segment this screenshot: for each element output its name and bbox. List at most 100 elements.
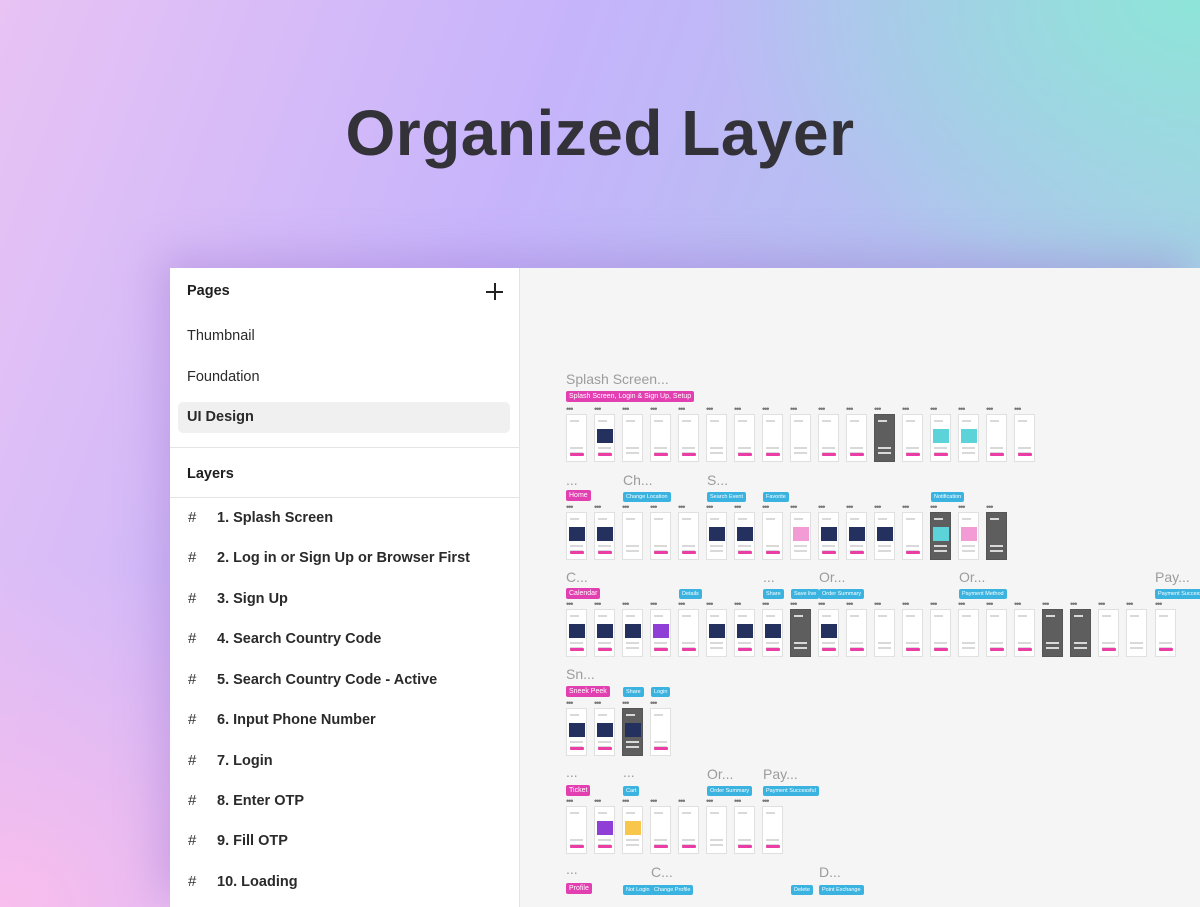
frame-thumbnail[interactable] (734, 512, 755, 560)
frame-thumbnail[interactable] (762, 806, 783, 854)
frame-thumbnail[interactable] (986, 414, 1007, 462)
section-tag[interactable]: Cart (623, 786, 640, 796)
section-tag[interactable]: Not Login (623, 885, 653, 895)
frame-thumbnail[interactable] (790, 414, 811, 462)
section-tag[interactable]: Order Summary (707, 786, 753, 796)
section-tag[interactable]: Payment Successful (1155, 589, 1200, 599)
frame-thumbnail[interactable] (706, 806, 727, 854)
frame-thumbnail[interactable] (846, 512, 867, 560)
frame-thumbnail[interactable] (1070, 609, 1091, 657)
frame-thumbnail[interactable] (594, 708, 615, 756)
frame-thumbnail[interactable] (706, 414, 727, 462)
frame-thumbnail[interactable] (818, 609, 839, 657)
section-label[interactable]: Pay... (1155, 569, 1190, 585)
section-label[interactable]: D... (819, 864, 841, 880)
section-tag[interactable]: Save live (791, 589, 820, 599)
layer-item[interactable]: #1. Splash Screen (188, 506, 333, 530)
section-tag[interactable]: Profile (566, 883, 592, 894)
frame-thumbnail[interactable] (566, 414, 587, 462)
frame-thumbnail[interactable] (622, 512, 643, 560)
frame-thumbnail[interactable] (594, 512, 615, 560)
section-tag[interactable]: Sneek Peek (566, 686, 610, 697)
page-item-thumbnail[interactable]: Thumbnail (178, 321, 510, 352)
section-label[interactable]: C... (651, 864, 673, 880)
frame-thumbnail[interactable] (622, 708, 643, 756)
section-label[interactable]: ... (763, 569, 775, 585)
frame-thumbnail[interactable] (650, 609, 671, 657)
frame-thumbnail[interactable] (566, 609, 587, 657)
frame-thumbnail[interactable] (874, 609, 895, 657)
frame-thumbnail[interactable] (846, 609, 867, 657)
frame-thumbnail[interactable] (986, 512, 1007, 560)
layer-item[interactable]: #8. Enter OTP (188, 789, 304, 813)
section-tag[interactable]: Details (679, 589, 702, 599)
section-label[interactable]: C... (566, 569, 588, 585)
frame-thumbnail[interactable] (958, 609, 979, 657)
layer-item[interactable]: #10. Loading (188, 870, 298, 894)
section-label[interactable]: Or... (959, 569, 985, 585)
section-label[interactable]: S... (707, 472, 728, 488)
section-label[interactable]: ... (566, 861, 578, 877)
section-tag[interactable]: Favorite (763, 492, 789, 502)
frame-thumbnail[interactable] (650, 512, 671, 560)
frame-thumbnail[interactable] (734, 414, 755, 462)
frame-thumbnail[interactable] (930, 512, 951, 560)
frame-thumbnail[interactable] (678, 512, 699, 560)
frame-thumbnail[interactable] (818, 512, 839, 560)
frame-thumbnail[interactable] (818, 414, 839, 462)
section-tag[interactable]: Calendar (566, 588, 601, 599)
frame-thumbnail[interactable] (1098, 609, 1119, 657)
frame-thumbnail[interactable] (650, 806, 671, 854)
frame-thumbnail[interactable] (594, 806, 615, 854)
frame-thumbnail[interactable] (1126, 609, 1147, 657)
section-tag[interactable]: Search Event (707, 492, 747, 502)
section-tag[interactable]: Payment Method (959, 589, 1007, 599)
section-tag[interactable]: Splash Screen, Login & Sign Up, Setup (566, 391, 695, 402)
section-tag[interactable]: Home (566, 490, 591, 501)
frame-thumbnail[interactable] (930, 609, 951, 657)
plus-icon[interactable] (486, 283, 503, 300)
layer-item[interactable]: #9. Fill OTP (188, 829, 288, 853)
frame-thumbnail[interactable] (566, 708, 587, 756)
frame-thumbnail[interactable] (790, 609, 811, 657)
frame-thumbnail[interactable] (958, 512, 979, 560)
frame-thumbnail[interactable] (902, 512, 923, 560)
frame-thumbnail[interactable] (902, 609, 923, 657)
frame-thumbnail[interactable] (706, 512, 727, 560)
layer-item[interactable]: #2. Log in or Sign Up or Browser First (188, 546, 470, 570)
section-label[interactable]: Ch... (623, 472, 653, 488)
section-label[interactable]: Or... (707, 766, 733, 782)
frame-thumbnail[interactable] (734, 806, 755, 854)
frame-thumbnail[interactable] (874, 414, 895, 462)
section-tag[interactable]: Payment Successful (763, 786, 819, 796)
frame-thumbnail[interactable] (622, 414, 643, 462)
section-tag[interactable]: Notification (931, 492, 965, 502)
frame-thumbnail[interactable] (706, 609, 727, 657)
frame-thumbnail[interactable] (594, 609, 615, 657)
frame-thumbnail[interactable] (846, 414, 867, 462)
frame-thumbnail[interactable] (986, 609, 1007, 657)
frame-thumbnail[interactable] (1014, 609, 1035, 657)
section-tag[interactable]: Change Profile (651, 885, 694, 895)
frame-thumbnail[interactable] (1014, 414, 1035, 462)
page-item-ui-design[interactable]: UI Design (178, 402, 510, 433)
section-tag[interactable]: Change Location (623, 492, 671, 502)
frame-thumbnail[interactable] (790, 512, 811, 560)
frame-thumbnail[interactable] (1155, 609, 1176, 657)
section-label[interactable]: ... (566, 472, 578, 488)
frame-thumbnail[interactable] (622, 806, 643, 854)
frame-thumbnail[interactable] (734, 609, 755, 657)
section-tag[interactable]: Order Summary (819, 589, 865, 599)
section-label[interactable]: ... (566, 764, 578, 780)
section-label[interactable]: Pay... (763, 766, 798, 782)
frame-thumbnail[interactable] (594, 414, 615, 462)
frame-thumbnail[interactable] (958, 414, 979, 462)
section-tag[interactable]: Share (623, 687, 644, 697)
section-label[interactable]: Or... (819, 569, 845, 585)
layer-item[interactable]: #7. Login (188, 749, 273, 773)
section-tag[interactable]: Point Exchange (819, 885, 864, 895)
layer-item[interactable]: #5. Search Country Code - Active (188, 668, 437, 692)
frame-thumbnail[interactable] (566, 512, 587, 560)
frame-thumbnail[interactable] (874, 512, 895, 560)
page-item-foundation[interactable]: Foundation (178, 362, 510, 393)
